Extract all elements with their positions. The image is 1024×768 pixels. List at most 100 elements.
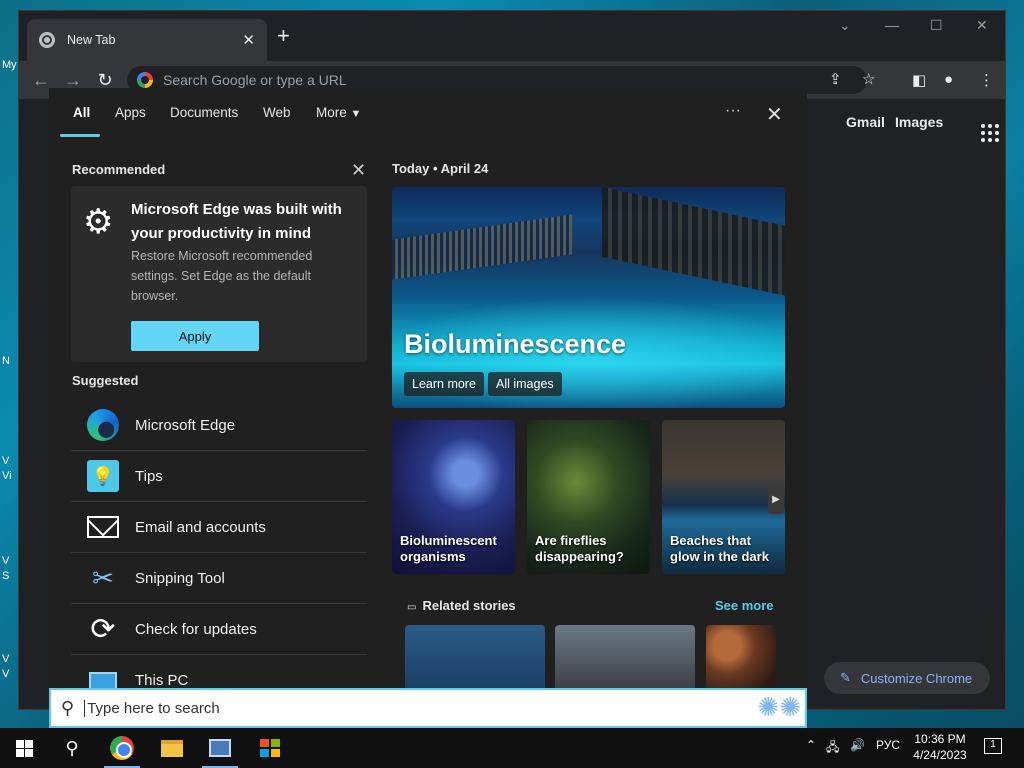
list-item[interactable]: ✂ Snipping Tool: [71, 553, 367, 604]
learn-more-button[interactable]: Learn more: [404, 372, 484, 396]
suggested-list: Microsoft Edge 💡 Tips Email and accounts…: [71, 400, 367, 688]
tab-search-icon[interactable]: ⌄: [839, 17, 851, 34]
thumbnail-card[interactable]: Beaches that glow in the dark: [662, 420, 785, 574]
recommended-title: Microsoft Edge was built with your produ…: [131, 201, 342, 242]
google-icon: [137, 72, 153, 88]
taskbar-app[interactable]: [196, 728, 244, 768]
taskbar-search-box[interactable]: ⚲ Type here to search ✺✺: [49, 688, 807, 728]
store-icon: [260, 739, 280, 757]
chrome-icon: [110, 736, 134, 760]
windows-logo-icon: [15, 739, 33, 757]
apply-button[interactable]: Apply: [131, 321, 259, 351]
omnibox-placeholder: Search Google or type a URL: [163, 72, 347, 88]
taskbar-chrome[interactable]: [98, 728, 146, 768]
pier-left: [392, 214, 572, 280]
more-options-icon[interactable]: ···: [725, 102, 741, 120]
desktop-label[interactable]: My: [2, 59, 17, 71]
list-item[interactable]: ⟳ Check for updates: [71, 604, 367, 655]
list-item-label: Check for updates: [135, 620, 257, 638]
minimize-button[interactable]: —: [885, 17, 899, 33]
today-date: April 24: [440, 161, 489, 176]
chrome-favicon-icon: [39, 32, 55, 48]
related-story-card[interactable]: [706, 625, 776, 688]
tab-new-tab[interactable]: New Tab ✕: [27, 19, 267, 61]
thumbnail-card[interactable]: Are fireflies disappearing?: [527, 420, 650, 574]
side-panel-icon[interactable]: ◧: [912, 71, 926, 89]
tab-apps[interactable]: Apps: [115, 105, 146, 120]
all-images-button[interactable]: All images: [488, 372, 562, 396]
carousel-next-icon[interactable]: ▶: [768, 484, 784, 514]
google-apps-icon[interactable]: [981, 124, 999, 142]
related-story-card[interactable]: [405, 625, 545, 688]
taskbar-store[interactable]: [246, 728, 294, 768]
mail-icon: [87, 516, 119, 538]
clock[interactable]: 10:36 PM 4/24/2023: [905, 731, 975, 763]
tab-title: New Tab: [67, 33, 116, 47]
gmail-link[interactable]: Gmail: [846, 114, 885, 130]
list-item[interactable]: 💡 Tips: [71, 451, 367, 502]
today-label: Today: [392, 161, 430, 176]
hero-title: Bioluminescence: [404, 329, 627, 359]
new-tab-button[interactable]: +: [277, 25, 290, 47]
windows-search-panel: All Apps Documents Web More ▼ ··· ✕ Reco…: [49, 88, 807, 688]
thumbnail-caption: Are fireflies disappearing?: [535, 533, 624, 564]
see-more-link[interactable]: See more: [715, 598, 774, 613]
desktop-label[interactable]: V: [2, 653, 9, 665]
volume-icon[interactable]: 🔊: [850, 738, 865, 752]
tab-more[interactable]: More ▼: [316, 105, 361, 120]
active-tab-underline: [60, 134, 100, 137]
desktop-label[interactable]: N: [2, 355, 10, 367]
desktop-label[interactable]: S: [2, 570, 9, 582]
show-hidden-icons[interactable]: ⌃: [806, 738, 816, 752]
list-item-label: Email and accounts: [135, 518, 266, 536]
tab-documents[interactable]: Documents: [170, 105, 238, 120]
today-heading: Today • April 24: [392, 161, 488, 176]
tab-all[interactable]: All: [73, 105, 90, 120]
list-item[interactable]: This PC: [71, 655, 367, 688]
taskbar: ⚲ ⌃ 🖧 🔊 РУС 10:36 PM 4/24/2023 1: [0, 728, 1024, 768]
images-link[interactable]: Images: [895, 114, 943, 130]
profile-icon[interactable]: ●: [944, 71, 953, 88]
notification-center-icon[interactable]: 1: [984, 738, 1002, 754]
list-item[interactable]: Email and accounts: [71, 502, 367, 553]
network-icon[interactable]: 🖧: [826, 738, 839, 759]
desktop-label[interactable]: V: [2, 455, 9, 467]
language-indicator[interactable]: РУС: [876, 738, 900, 752]
list-item-label: Microsoft Edge: [135, 416, 236, 434]
panel-close-icon[interactable]: ✕: [766, 102, 783, 127]
tips-icon: 💡: [87, 460, 119, 492]
list-item[interactable]: Microsoft Edge: [71, 400, 367, 451]
desktop-label[interactable]: Vi: [2, 470, 12, 482]
menu-kebab-icon[interactable]: ⋮: [979, 71, 994, 89]
news-icon: ▭: [407, 602, 417, 613]
remote-desktop-icon: [209, 739, 231, 757]
tab-close-icon[interactable]: ✕: [242, 31, 255, 49]
snipping-tool-icon: ✂: [92, 562, 114, 593]
clock-time: 10:36 PM: [914, 732, 966, 746]
bookmark-star-icon[interactable]: ☆: [862, 70, 875, 88]
thumbnail-card[interactable]: Bioluminescent organisms: [392, 420, 515, 574]
task-view-search-icon[interactable]: ⚲: [48, 728, 96, 768]
customize-chrome-button[interactable]: ✎ Customize Chrome: [824, 662, 990, 694]
search-input[interactable]: Type here to search: [84, 699, 220, 717]
desktop-label[interactable]: V: [2, 668, 9, 680]
search-filter-tabs: All Apps Documents Web More ▼ ··· ✕: [49, 88, 807, 138]
thumbnail-caption: Bioluminescent organisms: [400, 533, 497, 564]
taskbar-file-explorer[interactable]: [148, 728, 196, 768]
update-icon: ⟳: [90, 612, 116, 646]
dot-separator: •: [432, 161, 441, 176]
list-item-label: Snipping Tool: [135, 569, 225, 587]
gear-icon: ⚙: [83, 203, 114, 241]
start-button[interactable]: [0, 728, 48, 768]
suggested-heading: Suggested: [72, 373, 139, 388]
jellyfish-icon: ✺✺: [757, 692, 801, 722]
recommended-dismiss-icon[interactable]: ✕: [351, 160, 366, 181]
desktop-label[interactable]: V: [2, 555, 9, 567]
share-icon[interactable]: ⇪: [829, 70, 842, 88]
hero-image-card[interactable]: Bioluminescence Learn more All images: [392, 187, 785, 408]
edge-icon: [87, 409, 119, 441]
tab-web[interactable]: Web: [263, 105, 291, 120]
related-story-card[interactable]: [555, 625, 695, 688]
maximize-button[interactable]: ☐: [930, 17, 943, 34]
window-close-button[interactable]: ✕: [976, 17, 988, 34]
